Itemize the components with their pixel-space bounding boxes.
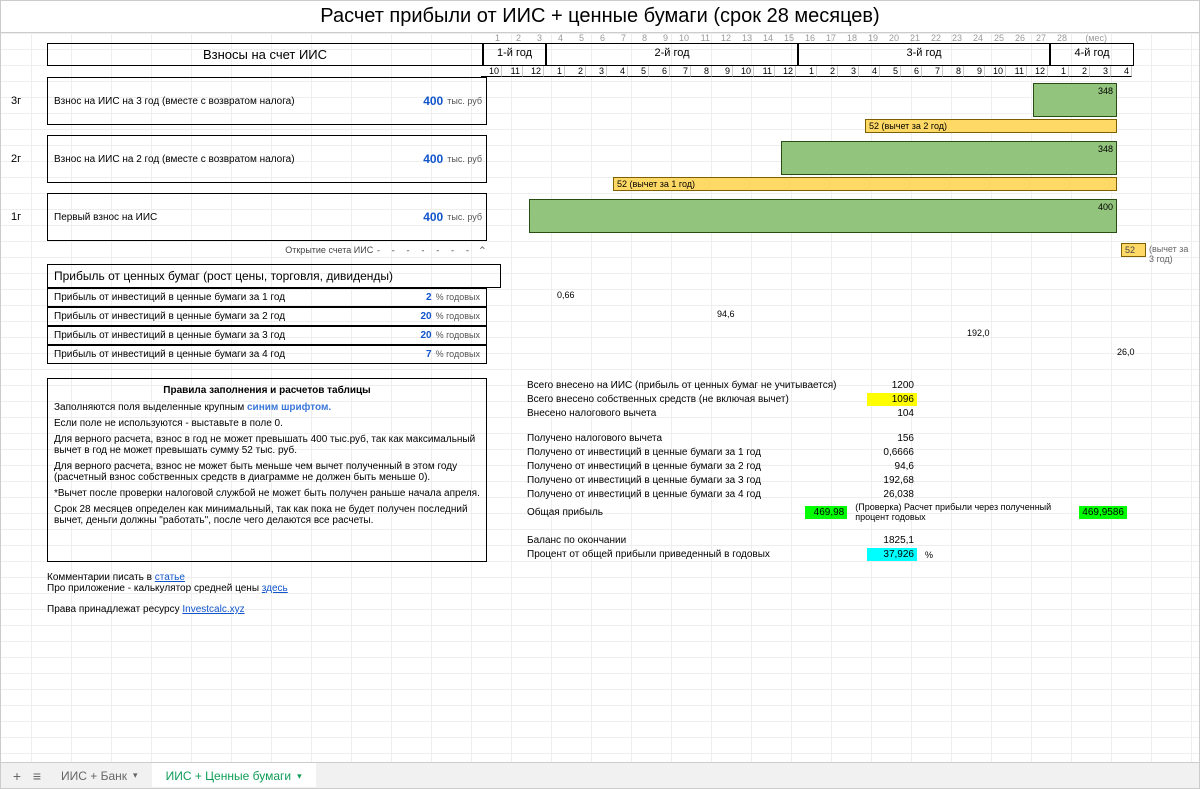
comments-link[interactable]: статье: [155, 572, 185, 583]
row-label-2: 2г: [11, 135, 41, 183]
add-sheet-button[interactable]: +: [7, 768, 27, 784]
gantt-chart-3: 348 52 (вычет за 2 год): [487, 77, 1187, 125]
deduction-badge-2: 52 (вычет за 1 год): [613, 177, 1117, 191]
rules-box: Правила заполнения и расчетов таблицы За…: [47, 378, 487, 562]
profit-row-1: Прибыль от инвестиций в ценные бумаги за…: [47, 288, 1199, 307]
year-2-label: 2-й год: [546, 43, 798, 66]
footer-links: Комментарии писать в статье Про приложен…: [47, 572, 1199, 615]
sheet-tab-bank[interactable]: ИИС + Банк▾: [47, 765, 152, 787]
gantt-row-1: 1г Первый взнос на ИИС 400 тыс. руб 400: [11, 193, 1199, 241]
rules-header: Правила заполнения и расчетов таблицы: [54, 385, 480, 396]
all-sheets-button[interactable]: ≡: [27, 768, 47, 784]
bottom-section: Правила заполнения и расчетов таблицы За…: [47, 378, 1199, 562]
row-label-1: 1г: [11, 193, 41, 241]
spreadsheet-frame: Расчет прибыли от ИИС + ценные бумаги (с…: [0, 0, 1200, 789]
year-header: Взносы на счет ИИС 1-й год 2-й год 3-й г…: [47, 43, 1199, 66]
chevron-down-icon: ▾: [297, 771, 302, 782]
year-1-label: 1-й год: [483, 43, 546, 66]
tail-badge: 52: [1121, 243, 1146, 257]
year-4-label: 4-й год: [1050, 43, 1134, 66]
profit-row-4: Прибыль от инвестиций в ценные бумаги за…: [47, 345, 1199, 364]
gantt-row-2: 2г Взнос на ИИС на 2 год (вместе с возвр…: [11, 135, 1199, 183]
green-bar-1: 400: [529, 199, 1117, 233]
chevron-down-icon: ▾: [133, 770, 138, 781]
green-bar-2: 348: [781, 141, 1117, 175]
row-desc-1[interactable]: Первый взнос на ИИС 400 тыс. руб: [47, 193, 487, 241]
page-title: Расчет прибыли от ИИС + ценные бумаги (с…: [1, 1, 1199, 33]
summary-box: Всего внесено на ИИС (прибыль от ценных …: [527, 378, 1127, 562]
tail-badge-note: (вычет за 3 год): [1149, 244, 1191, 264]
year-3-label: 3-й год: [798, 43, 1050, 66]
profit-row-3: Прибыль от инвестиций в ценные бумаги за…: [47, 326, 1199, 345]
green-bar-3: 348: [1033, 83, 1117, 117]
gantt-chart-2: 348 52 (вычет за 1 год): [487, 135, 1187, 183]
open-account-marker: Открытие счета ИИС - - - - - - - ^ 52 (в…: [47, 245, 1199, 256]
row-desc-3[interactable]: Взнос на ИИС на 3 год (вместе с возврато…: [47, 77, 487, 125]
securities-profit-header: Прибыль от ценных бумаг (рост цены, торг…: [47, 264, 501, 288]
month-numbers: 101112 1234 5678 9101112 1234 5678 91011…: [481, 66, 1199, 77]
profit-row-2: Прибыль от инвестиций в ценные бумаги за…: [47, 307, 1199, 326]
row-label-3: 3г: [11, 77, 41, 125]
sheet-tabs: + ≡ ИИС + Банк▾ ИИС + Ценные бумаги▾: [1, 762, 1199, 788]
month-ruler: 1234 5678 9101112 13141516 17181920 2122…: [481, 33, 1161, 43]
row-desc-2[interactable]: Взнос на ИИС на 2 год (вместе с возврато…: [47, 135, 487, 183]
rights-link[interactable]: Investcalc.xyz: [182, 604, 244, 615]
sheet-content: 1234 5678 9101112 13141516 17181920 2122…: [1, 31, 1199, 763]
gantt-chart-1: 400: [487, 193, 1187, 241]
gantt-row-3: 3г Взнос на ИИС на 3 год (вместе с возвр…: [11, 77, 1199, 125]
contributions-header: Взносы на счет ИИС: [47, 43, 483, 66]
deduction-badge-3: 52 (вычет за 2 год): [865, 119, 1117, 133]
calculator-link[interactable]: здесь: [262, 583, 288, 594]
sheet-tab-securities[interactable]: ИИС + Ценные бумаги▾: [152, 763, 316, 787]
